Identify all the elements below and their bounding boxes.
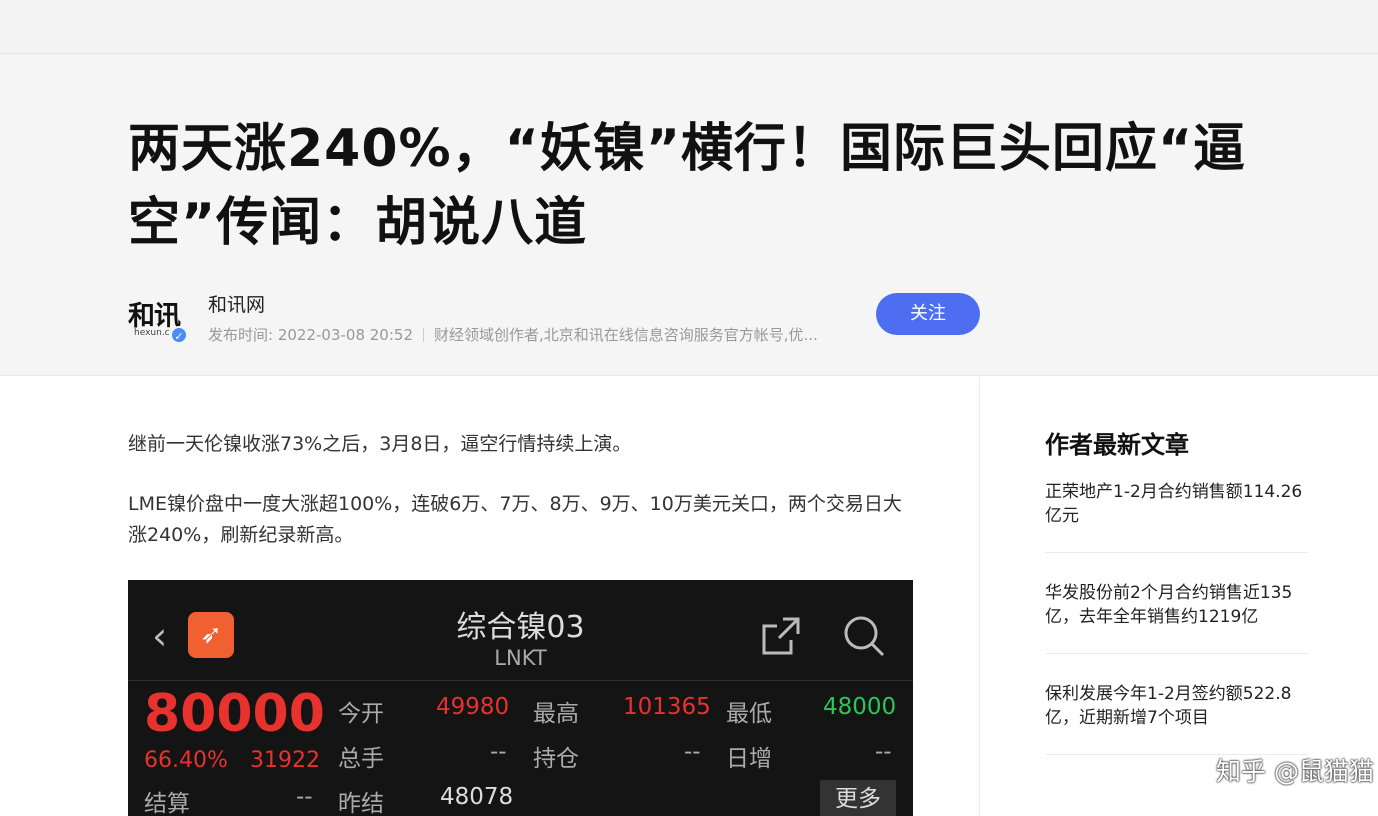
- quote-screenshot: ‹ ➶ 综合镍03 LNKT 80000 66.40% 31922 今开 499…: [128, 580, 913, 816]
- verified-icon: ✓: [170, 326, 188, 344]
- change-percent: 66.40%: [144, 748, 228, 773]
- open-label: 今开: [338, 701, 384, 727]
- position-label: 持仓: [533, 746, 579, 772]
- high-label: 最高: [533, 701, 579, 727]
- volume-value: --: [490, 739, 507, 765]
- top-bar: [0, 0, 1378, 54]
- settle-label: 结算: [144, 791, 190, 816]
- article-body: 继前一天伦镍收涨73%之后，3月8日，逼空行情持续上演。 LME镍价盘中一度大涨…: [0, 377, 980, 816]
- avatar[interactable]: 和讯 hexun.c ✓: [128, 290, 188, 350]
- share-icon: [762, 617, 800, 655]
- daily-increase-label: 日增: [726, 746, 772, 772]
- sidebar-title: 作者最新文章: [1045, 431, 1189, 459]
- high-value: 101365: [623, 694, 711, 720]
- sidebar-article-link[interactable]: 华发股份前2个月合约销售近135亿，去年全年销售约1219亿: [1045, 581, 1308, 654]
- publish-time: 发布时间: 2022-03-08 20:52: [208, 326, 413, 344]
- prev-settle-label: 昨结: [338, 791, 384, 816]
- prev-settle-value: 48078: [440, 784, 514, 810]
- sidebar-article-link[interactable]: 保利发展今年1-2月签约额522.8亿，近期新增7个项目: [1045, 682, 1308, 755]
- divider: [128, 680, 913, 681]
- sidebar-article-link[interactable]: 正荣地产1-2月合约销售额114.26亿元: [1045, 480, 1308, 553]
- daily-increase-value: --: [875, 739, 892, 765]
- follow-button[interactable]: 关注: [876, 293, 980, 335]
- paragraph: LME镍价盘中一度大涨超100%，连破6万、7万、8万、9万、10万美元关口，两…: [128, 493, 902, 546]
- change-amount: 31922: [250, 748, 320, 773]
- settle-value: --: [296, 784, 313, 810]
- avatar-logo-sub: hexun.c: [134, 328, 170, 338]
- more-button: 更多: [820, 780, 896, 816]
- author-description: 财经领域创作者,北京和讯在线信息咨询服务官方帐号,优...: [434, 326, 818, 344]
- low-label: 最低: [726, 701, 772, 727]
- position-value: --: [684, 739, 701, 765]
- author-name[interactable]: 和讯网: [208, 290, 265, 317]
- author-row: 和讯 hexun.c ✓ 和讯网 发布时间: 2022-03-08 20:52 财…: [128, 290, 988, 350]
- paragraph: 继前一天伦镍收涨73%之后，3月8日，逼空行情持续上演。: [128, 433, 632, 455]
- watermark: 知乎 @鼠猫猫: [1216, 757, 1374, 786]
- volume-label: 总手: [338, 746, 384, 772]
- search-icon: [844, 616, 885, 657]
- article-header: 两天涨240%，“妖镍”横行！国际巨头回应“逼空”传闻：胡说八道 和讯 hexu…: [0, 54, 1378, 376]
- meta-divider: [423, 328, 424, 342]
- article-title: 两天涨240%，“妖镍”横行！国际巨头回应“逼空”传闻：胡说八道: [128, 119, 1247, 253]
- author-meta: 发布时间: 2022-03-08 20:52 财经领域创作者,北京和讯在线信息咨询…: [208, 324, 818, 345]
- open-value: 49980: [436, 694, 510, 720]
- last-price: 80000: [144, 684, 325, 744]
- low-value: 48000: [823, 694, 897, 720]
